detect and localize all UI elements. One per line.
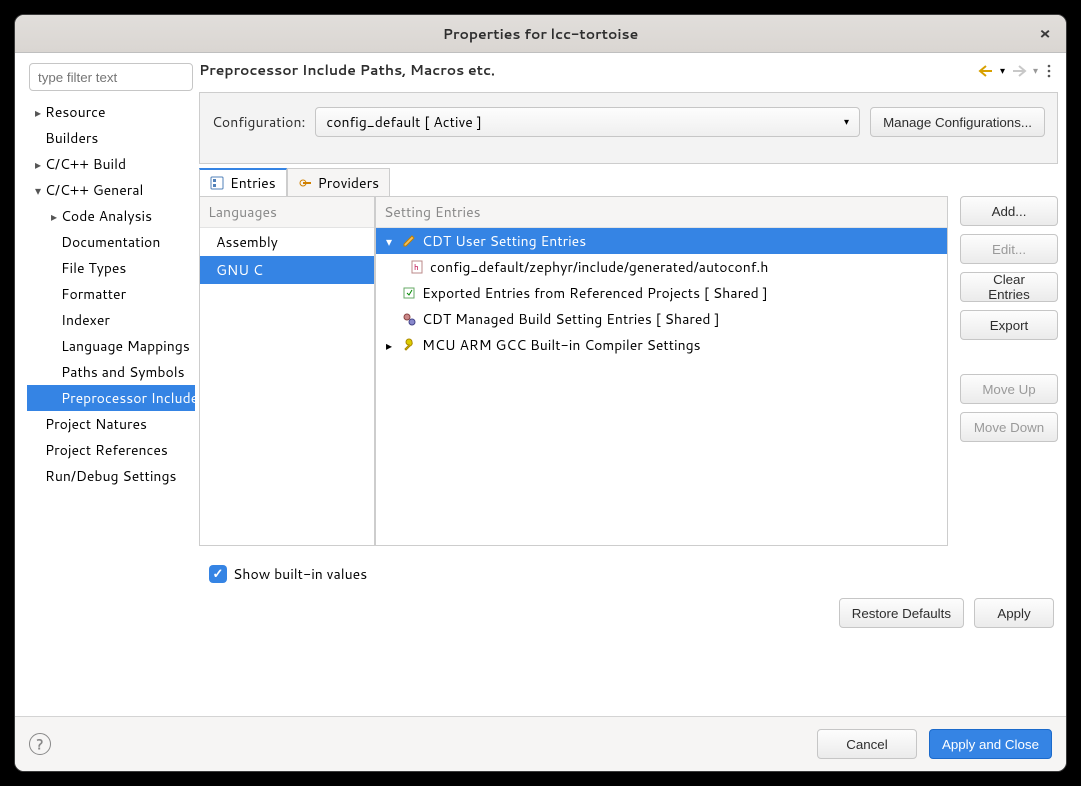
chevron-right-icon: ▸	[31, 156, 45, 173]
entries-panel: Languages Assembly GNU C Setting Entries…	[199, 196, 1058, 546]
sidebar: ▸Resource Builders ▸C/C++ Build ▾C/C++ G…	[15, 53, 195, 716]
chevron-down-icon: ▾	[382, 233, 396, 250]
tree-cpp-build[interactable]: ▸C/C++ Build	[27, 151, 195, 177]
entry-exported[interactable]: Exported Entries from Referenced Project…	[376, 280, 947, 306]
tree-project-natures[interactable]: Project Natures	[27, 411, 195, 437]
tree-preprocessor[interactable]: Preprocessor Include Paths, Macros etc.	[27, 385, 195, 411]
edit-button[interactable]: Edit...	[960, 234, 1058, 264]
chevron-right-icon: ▸	[31, 104, 45, 121]
builtin-checkbox-row: ✓ Show built-in values	[195, 546, 1066, 590]
builtin-checkbox[interactable]: ✓	[209, 565, 227, 583]
back-icon[interactable]	[978, 64, 994, 78]
config-label: Configuration:	[212, 112, 305, 132]
apply-button[interactable]: Apply	[974, 598, 1054, 628]
back-menu-icon[interactable]: ▾	[1000, 64, 1005, 78]
clear-button[interactable]: Clear Entries	[960, 272, 1058, 302]
config-select[interactable]: config_default [ Active ] ▾	[315, 107, 860, 137]
apply-close-button[interactable]: Apply and Close	[929, 729, 1052, 759]
entry-buttons: Add... Edit... Clear Entries Export Move…	[960, 196, 1058, 546]
config-value: config_default [ Active ]	[326, 112, 481, 132]
tab-entries[interactable]: Entries	[199, 168, 287, 196]
manage-configs-button[interactable]: Manage Configurations...	[870, 107, 1045, 137]
svg-text:h: h	[414, 261, 419, 273]
tree-cpp-general[interactable]: ▾C/C++ General	[27, 177, 195, 203]
close-icon[interactable]: ×	[1036, 25, 1054, 43]
dialog-footer: ? Cancel Apply and Close	[15, 716, 1066, 771]
restore-defaults-button[interactable]: Restore Defaults	[839, 598, 964, 628]
main-panel: Preprocessor Include Paths, Macros etc. …	[195, 53, 1066, 716]
gears-icon	[402, 312, 416, 326]
setting-entries-list: Setting Entries ▾ CDT User Setting Entri…	[375, 196, 948, 546]
tree-formatter[interactable]: Formatter	[27, 281, 195, 307]
forward-menu-icon[interactable]: ▾	[1033, 64, 1038, 78]
tree-code-analysis[interactable]: ▸Code Analysis	[27, 203, 195, 229]
pencil-icon	[402, 234, 416, 248]
lang-assembly[interactable]: Assembly	[200, 228, 374, 256]
movedown-button[interactable]: Move Down	[960, 412, 1058, 442]
config-panel: Configuration: config_default [ Active ]…	[199, 92, 1058, 164]
entry-mcu-arm[interactable]: ▸ MCU ARM GCC Built-in Compiler Settings	[376, 332, 947, 358]
dialog-body: ▸Resource Builders ▸C/C++ Build ▾C/C++ G…	[15, 53, 1066, 716]
entry-autoconf[interactable]: h config_default/zephyr/include/generate…	[376, 254, 947, 280]
tree-builders[interactable]: Builders	[27, 125, 195, 151]
entry-cdt-user[interactable]: ▾ CDT User Setting Entries	[376, 228, 947, 254]
menu-icon[interactable]	[1044, 64, 1054, 78]
setting-entries-header: Setting Entries	[376, 197, 947, 228]
entries-icon	[210, 176, 224, 190]
languages-list: Languages Assembly GNU C	[199, 196, 375, 546]
tab-providers[interactable]: Providers	[287, 168, 390, 196]
filter-input[interactable]	[29, 63, 193, 91]
wrench-icon	[402, 338, 416, 352]
builtin-label: Show built-in values	[233, 564, 367, 584]
tree-resource[interactable]: ▸Resource	[27, 99, 195, 125]
forward-icon[interactable]	[1011, 64, 1027, 78]
header-toolbar: ▾ ▾	[978, 64, 1054, 82]
tree-run-debug[interactable]: Run/Debug Settings	[27, 463, 195, 489]
languages-header: Languages	[200, 197, 374, 228]
tree-language-mappings[interactable]: Language Mappings	[27, 333, 195, 359]
chevron-down-icon: ▾	[844, 115, 849, 129]
export-button[interactable]: Export	[960, 310, 1058, 340]
providers-icon	[298, 176, 312, 190]
cancel-button[interactable]: Cancel	[817, 729, 917, 759]
tree-project-refs[interactable]: Project References	[27, 437, 195, 463]
lang-gnu-c[interactable]: GNU C	[200, 256, 374, 284]
tree-paths-symbols[interactable]: Paths and Symbols	[27, 359, 195, 385]
tree-documentation[interactable]: Documentation	[27, 229, 195, 255]
nav-tree: ▸Resource Builders ▸C/C++ Build ▾C/C++ G…	[27, 99, 195, 489]
window-title: Properties for lcc-tortoise	[443, 24, 639, 44]
add-button[interactable]: Add...	[960, 196, 1058, 226]
entry-managed-build[interactable]: CDT Managed Build Setting Entries [ Shar…	[376, 306, 947, 332]
exported-icon	[402, 286, 416, 300]
moveup-button[interactable]: Move Up	[960, 374, 1058, 404]
tree-indexer[interactable]: Indexer	[27, 307, 195, 333]
titlebar[interactable]: Properties for lcc-tortoise ×	[15, 15, 1066, 53]
dialog-window: Properties for lcc-tortoise × ▸Resource …	[14, 14, 1067, 772]
header-file-icon: h	[410, 260, 424, 274]
tabs: Entries Providers	[195, 168, 1066, 196]
page-title: Preprocessor Include Paths, Macros etc.	[199, 60, 495, 86]
chevron-down-icon: ▾	[31, 182, 45, 199]
chevron-right-icon: ▸	[382, 337, 396, 354]
chevron-right-icon: ▸	[47, 208, 61, 225]
tree-file-types[interactable]: File Types	[27, 255, 195, 281]
help-icon[interactable]: ?	[29, 733, 51, 755]
